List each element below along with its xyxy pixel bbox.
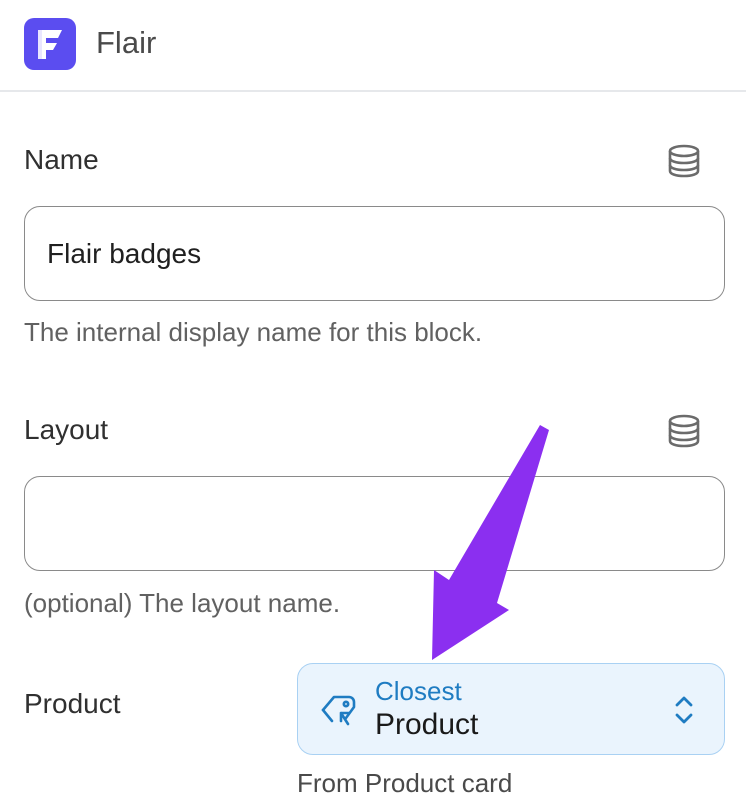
product-source-caption: From Product card	[297, 768, 513, 798]
source-mode-text: Closest	[375, 676, 462, 706]
chevron-up-down-icon	[670, 692, 698, 733]
name-help-text: The internal display name for this block…	[24, 317, 483, 347]
source-value-text: Product	[375, 708, 479, 741]
app-title: Flair	[96, 25, 157, 60]
flair-logo-icon	[24, 18, 76, 70]
database-icon[interactable]	[666, 143, 702, 179]
tag-icon	[320, 692, 358, 733]
layout-label: Layout	[24, 414, 109, 445]
block-settings-panel: Flair Name The internal display name for…	[0, 0, 746, 800]
name-label: Name	[24, 144, 99, 175]
name-input[interactable]	[24, 206, 725, 301]
layout-input[interactable]	[24, 476, 725, 571]
layout-help-text: (optional) The layout name.	[24, 588, 341, 618]
app-header: Flair	[0, 0, 746, 92]
product-label: Product	[24, 688, 121, 719]
database-icon[interactable]	[666, 413, 702, 449]
product-source-select[interactable]: Closest Product	[297, 663, 725, 755]
